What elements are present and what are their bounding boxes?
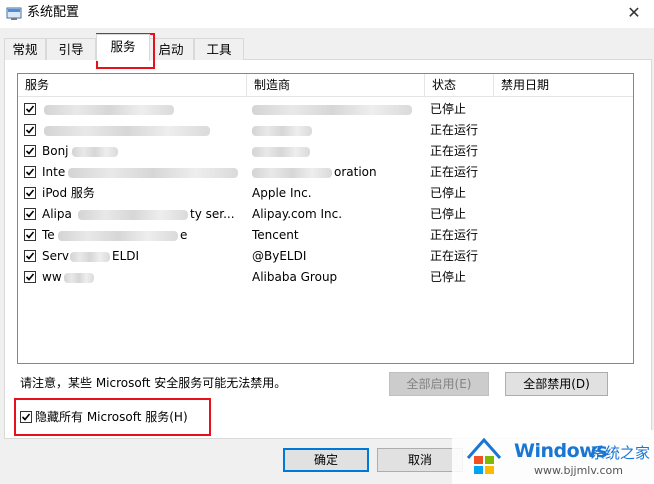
service-row[interactable]: Serv ELDI @ByELDI 正在运行 bbox=[18, 246, 633, 267]
service-checkbox[interactable] bbox=[24, 187, 36, 199]
checkmark-icon bbox=[25, 252, 35, 260]
service-checkbox[interactable] bbox=[24, 166, 36, 178]
redacted-blur bbox=[68, 168, 238, 178]
column-header-service[interactable]: 服务 bbox=[18, 74, 246, 96]
microsoft-services-note: 请注意，某些 Microsoft 安全服务可能无法禁用。 bbox=[20, 376, 287, 390]
checkmark-icon bbox=[25, 231, 35, 239]
service-row[interactable]: 正在运行 bbox=[18, 120, 633, 141]
column-header-manufacturer[interactable]: 制造商 bbox=[247, 74, 424, 96]
close-icon: ✕ bbox=[627, 3, 641, 22]
tab-tools[interactable]: 工具 bbox=[194, 38, 244, 60]
redacted-blur bbox=[252, 105, 412, 115]
tab-boot-label: 引导 bbox=[58, 42, 84, 57]
redacted-blur bbox=[78, 210, 188, 220]
highlight-hide-microsoft-services bbox=[14, 398, 211, 436]
service-name: Alipa bbox=[42, 207, 72, 221]
service-checkbox[interactable] bbox=[24, 145, 36, 157]
service-checkbox[interactable] bbox=[24, 124, 36, 136]
service-name: ww bbox=[42, 270, 62, 284]
redacted-blur bbox=[44, 126, 210, 136]
service-status: 已停止 bbox=[430, 207, 467, 221]
service-name: Te bbox=[42, 228, 55, 242]
tab-startup-label: 启动 bbox=[158, 42, 184, 57]
tab-services[interactable]: 服务 bbox=[96, 34, 150, 61]
service-name-tail: e bbox=[180, 228, 188, 242]
service-manufacturer: Alibaba Group bbox=[252, 270, 338, 284]
redacted-blur bbox=[70, 252, 110, 262]
checkmark-icon bbox=[25, 189, 35, 197]
tab-tools-label: 工具 bbox=[206, 42, 232, 57]
service-checkbox[interactable] bbox=[24, 103, 36, 115]
service-status: 正在运行 bbox=[430, 123, 479, 137]
redacted-blur bbox=[58, 231, 178, 241]
close-button[interactable]: ✕ bbox=[614, 0, 654, 28]
service-checkbox[interactable] bbox=[24, 271, 36, 283]
column-header-status[interactable]: 状态 bbox=[425, 74, 493, 96]
service-status: 正在运行 bbox=[430, 144, 479, 158]
service-manufacturer: Apple Inc. bbox=[252, 186, 312, 200]
service-name: iPod 服务 bbox=[42, 186, 95, 200]
service-row[interactable]: Bonj 正在运行 bbox=[18, 141, 633, 162]
checkmark-icon bbox=[25, 168, 35, 176]
watermark-site-name: 系统之家 bbox=[590, 444, 651, 462]
service-row[interactable]: Alipa ty ser... Alipay.com Inc. 已停止 bbox=[18, 204, 633, 225]
service-status: 正在运行 bbox=[430, 228, 479, 242]
service-checkbox[interactable] bbox=[24, 250, 36, 262]
checkmark-icon bbox=[25, 105, 35, 113]
redacted-blur bbox=[252, 126, 312, 136]
tab-services-label: 服务 bbox=[110, 39, 136, 54]
ok-button[interactable]: 确定 bbox=[283, 448, 369, 472]
enable-all-button[interactable]: 全部启用(E) bbox=[389, 372, 489, 396]
list-header: 服务 制造商 状态 禁用日期 bbox=[18, 74, 633, 97]
redacted-blur bbox=[64, 273, 94, 283]
service-manufacturer: Alipay.com Inc. bbox=[252, 207, 343, 221]
service-status: 已停止 bbox=[430, 186, 467, 200]
cancel-button[interactable]: 取消 bbox=[377, 448, 463, 472]
service-row[interactable]: iPod 服务 Apple Inc. 已停止 bbox=[18, 183, 633, 204]
redacted-blur bbox=[252, 168, 332, 178]
service-row[interactable]: 已停止 bbox=[18, 99, 633, 120]
checkmark-icon bbox=[25, 273, 35, 281]
service-status: 已停止 bbox=[430, 102, 467, 116]
service-checkbox[interactable] bbox=[24, 229, 36, 241]
service-name: Serv bbox=[42, 249, 70, 263]
service-manufacturer: oration bbox=[334, 165, 377, 179]
service-status: 已停止 bbox=[430, 270, 467, 284]
tab-general[interactable]: 常规 bbox=[4, 38, 46, 60]
tab-strip: 常规 引导 服务 启动 工具 bbox=[0, 34, 654, 61]
redacted-blur bbox=[72, 147, 118, 157]
column-header-disabled-date[interactable]: 禁用日期 bbox=[494, 74, 633, 96]
windows-logo-icon bbox=[466, 437, 502, 474]
services-list[interactable]: 服务 制造商 状态 禁用日期 已停止 正在运行 Bonj 正在运行 Inte o… bbox=[17, 73, 634, 364]
service-manufacturer: Tencent bbox=[252, 228, 299, 242]
service-status: 正在运行 bbox=[430, 249, 479, 263]
checkmark-icon bbox=[25, 147, 35, 155]
redacted-blur bbox=[252, 147, 310, 157]
site-watermark: Windows 系统之家 www.bjjmlv.com bbox=[452, 430, 654, 484]
watermark-url: www.bjjmlv.com bbox=[534, 464, 623, 477]
service-status: 正在运行 bbox=[430, 165, 479, 179]
service-name-tail: ty ser... bbox=[190, 207, 235, 221]
redacted-blur bbox=[44, 105, 174, 115]
checkmark-icon bbox=[25, 210, 35, 218]
service-row[interactable]: Inte oration 正在运行 bbox=[18, 162, 633, 183]
title-bar: 系统配置 ✕ bbox=[0, 0, 654, 28]
service-name: Inte bbox=[42, 165, 66, 179]
window-title: 系统配置 bbox=[27, 5, 80, 20]
msconfig-app-icon bbox=[6, 7, 22, 20]
tab-general-label: 常规 bbox=[12, 42, 38, 57]
service-row[interactable]: Te e Tencent 正在运行 bbox=[18, 225, 633, 246]
service-name: Bonj bbox=[42, 144, 69, 158]
checkmark-icon bbox=[25, 126, 35, 134]
service-manufacturer: @ByELDI bbox=[252, 249, 307, 263]
disable-all-button[interactable]: 全部禁用(D) bbox=[505, 372, 608, 396]
service-checkbox[interactable] bbox=[24, 208, 36, 220]
service-row[interactable]: ww Alibaba Group 已停止 bbox=[18, 267, 633, 288]
service-name-tail: ELDI bbox=[112, 249, 140, 263]
tab-boot[interactable]: 引导 bbox=[46, 38, 96, 60]
